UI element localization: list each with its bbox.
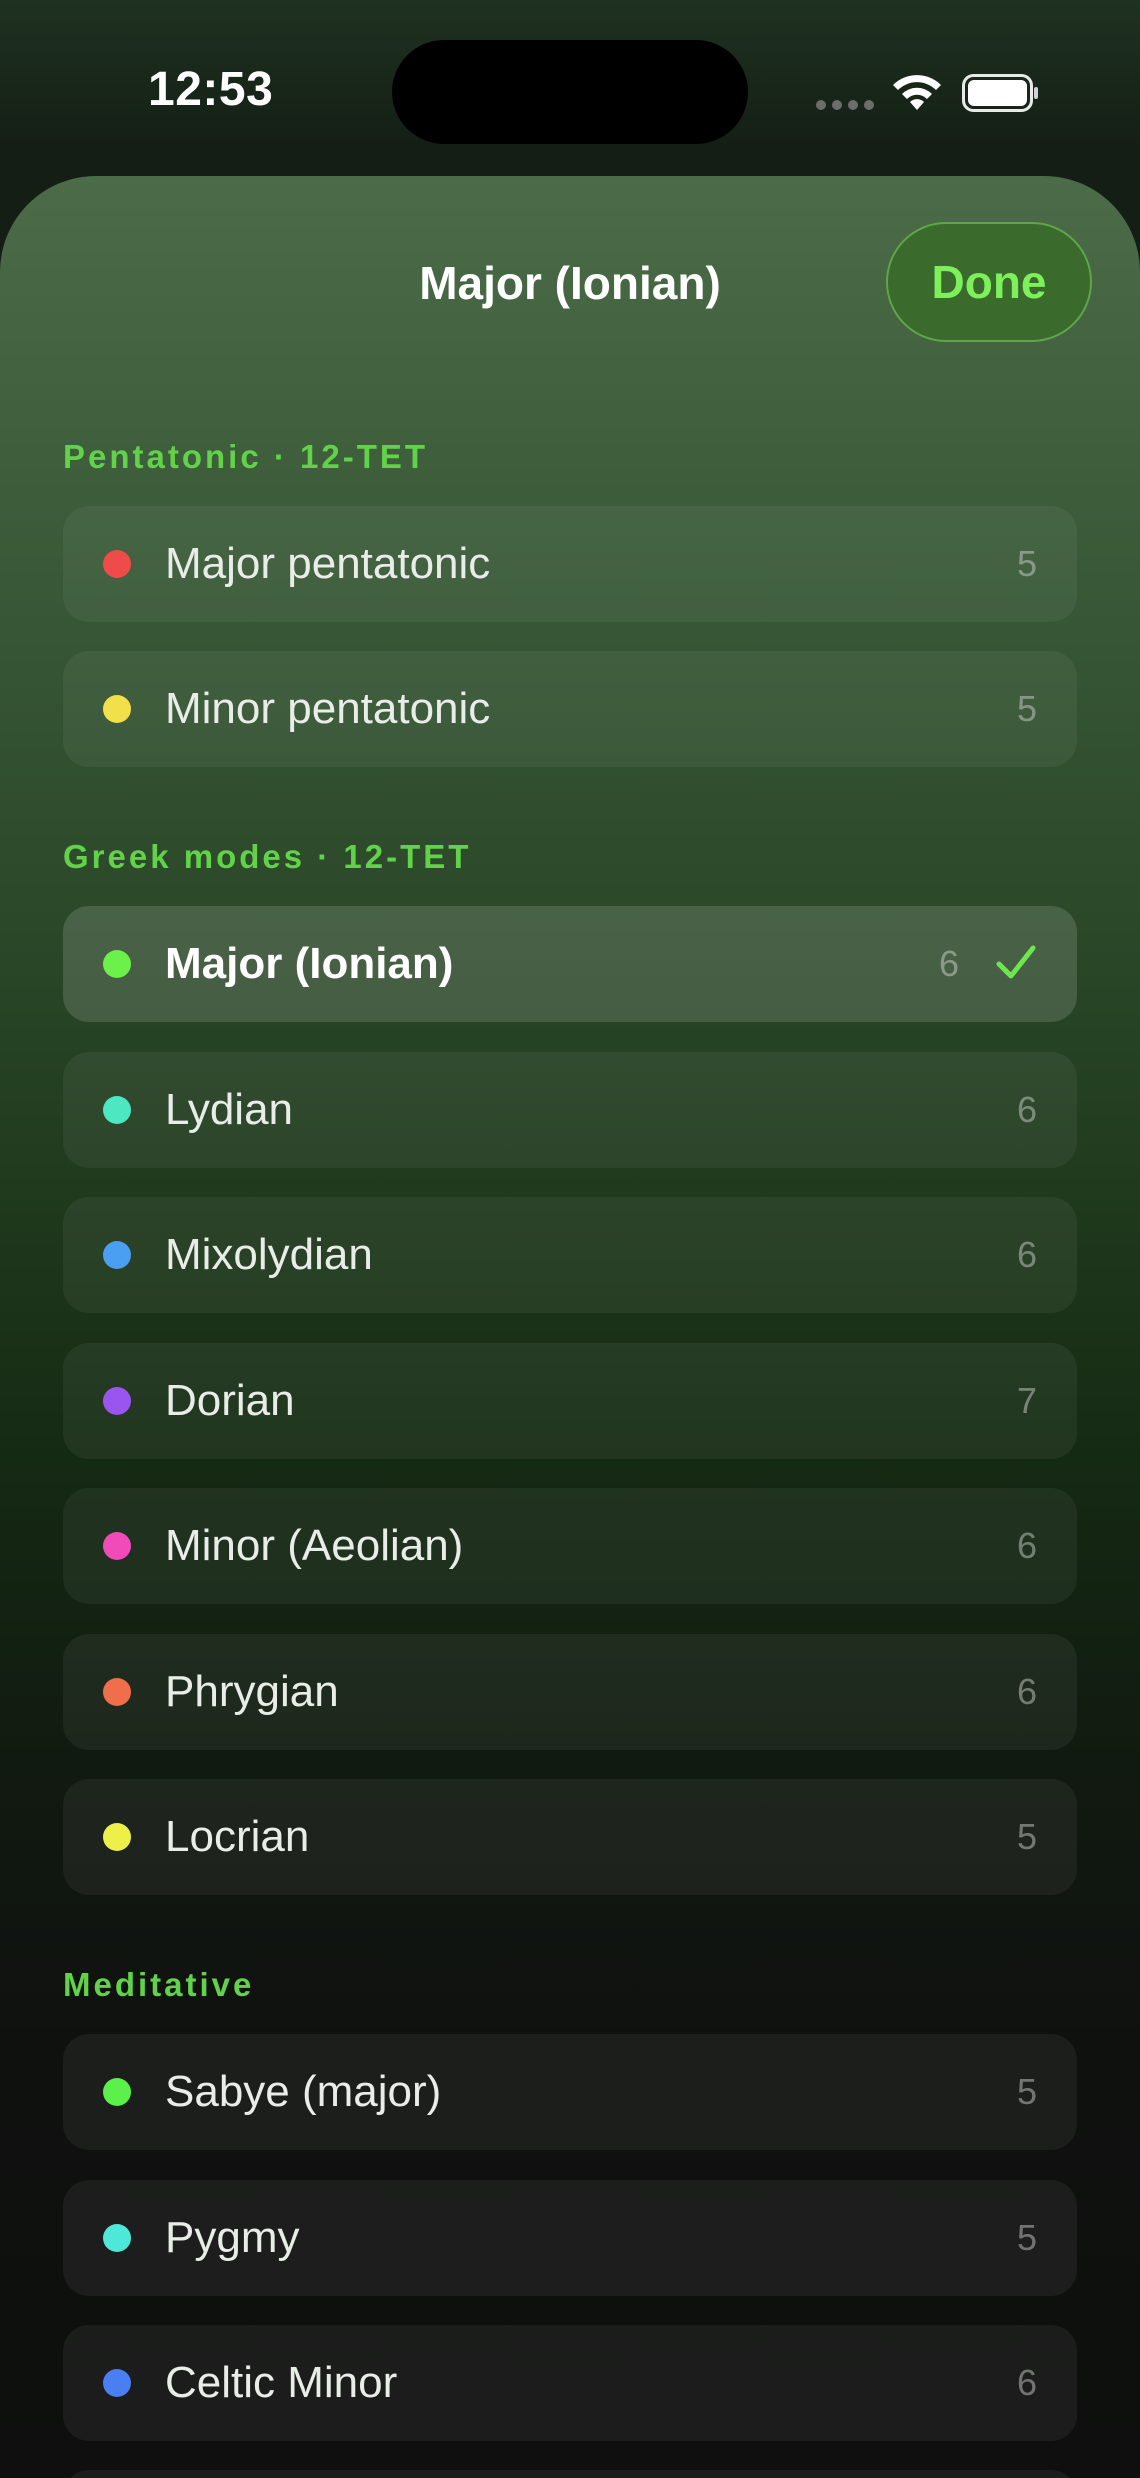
scale-row-mixolydian[interactable]: Mixolydian 6 <box>63 1197 1077 1313</box>
color-dot <box>103 1823 131 1851</box>
screen: 12:53 Major (Ionian) Done Pentatonic · 1… <box>0 0 1140 2478</box>
color-dot <box>103 2078 131 2106</box>
scale-name: Phrygian <box>165 1667 339 1716</box>
scale-row-locrian[interactable]: Locrian 5 <box>63 1779 1077 1895</box>
note-count: 6 <box>1016 1234 1037 1275</box>
scale-name: Minor (Aeolian) <box>165 1521 464 1570</box>
scale-row-lydian[interactable]: Lydian 6 <box>63 1052 1077 1168</box>
scale-row-next[interactable] <box>63 2470 1077 2478</box>
scale-row-sabye-major[interactable]: Sabye (major) 5 <box>63 2034 1077 2150</box>
scale-row-phrygian[interactable]: Phrygian 6 <box>63 1634 1077 1750</box>
note-count: 6 <box>1016 1671 1037 1712</box>
scale-picker-sheet: Major (Ionian) Done Pentatonic · 12-TET … <box>0 176 1140 2478</box>
cellular-signal-icon <box>816 100 874 110</box>
scale-name: Dorian <box>165 1376 295 1425</box>
section-header-pentatonic: Pentatonic · 12-TET <box>63 438 429 475</box>
note-count: 6 <box>1016 1089 1037 1130</box>
note-count: 6 <box>1016 1525 1037 1566</box>
scale-row-major-ionian[interactable]: Major (Ionian) 6 <box>63 906 1077 1022</box>
note-count: 5 <box>1016 543 1037 584</box>
dynamic-island <box>392 40 748 144</box>
note-count: 6 <box>938 943 959 984</box>
color-dot <box>103 2224 131 2252</box>
note-count: 5 <box>1016 1816 1037 1857</box>
color-dot <box>103 1387 131 1415</box>
wifi-icon <box>893 75 941 110</box>
note-count: 6 <box>1016 2362 1037 2403</box>
scale-name: Sabye (major) <box>165 2067 442 2116</box>
scale-name: Lydian <box>165 1085 294 1134</box>
scale-name: Pygmy <box>165 2213 300 2262</box>
scale-row-celtic-minor[interactable]: Celtic Minor 6 <box>63 2325 1077 2441</box>
note-count: 5 <box>1016 2071 1037 2112</box>
scale-name: Celtic Minor <box>165 2358 398 2407</box>
scale-row-major-pentatonic[interactable]: Major pentatonic 5 <box>63 506 1077 622</box>
scale-name: Major pentatonic <box>165 539 491 588</box>
scale-name: Locrian <box>165 1812 310 1861</box>
done-button[interactable]: Done <box>886 222 1092 342</box>
section-header-meditative: Meditative <box>63 1966 255 2003</box>
color-dot <box>103 1532 131 1560</box>
section-header-greek-modes: Greek modes · 12-TET <box>63 838 472 875</box>
status-time: 12:53 <box>148 63 274 116</box>
note-count: 5 <box>1016 2217 1037 2258</box>
color-dot <box>103 550 131 578</box>
scale-row-dorian[interactable]: Dorian 7 <box>63 1343 1077 1459</box>
scale-row-minor-pentatonic[interactable]: Minor pentatonic 5 <box>63 651 1077 767</box>
color-dot <box>103 1096 131 1124</box>
scale-name: Major (Ionian) <box>165 939 454 988</box>
note-count: 7 <box>1016 1380 1037 1421</box>
scale-row-minor-aeolian[interactable]: Minor (Aeolian) 6 <box>63 1488 1077 1604</box>
color-dot <box>103 695 131 723</box>
battery-icon <box>962 74 1038 112</box>
scale-row-pygmy[interactable]: Pygmy 5 <box>63 2180 1077 2296</box>
color-dot <box>103 950 131 978</box>
color-dot <box>103 1678 131 1706</box>
checkmark-icon <box>996 945 1036 979</box>
color-dot <box>103 1241 131 1269</box>
scale-name: Mixolydian <box>165 1230 373 1279</box>
color-dot <box>103 2369 131 2397</box>
scale-name: Minor pentatonic <box>165 684 491 733</box>
note-count: 5 <box>1016 688 1037 729</box>
